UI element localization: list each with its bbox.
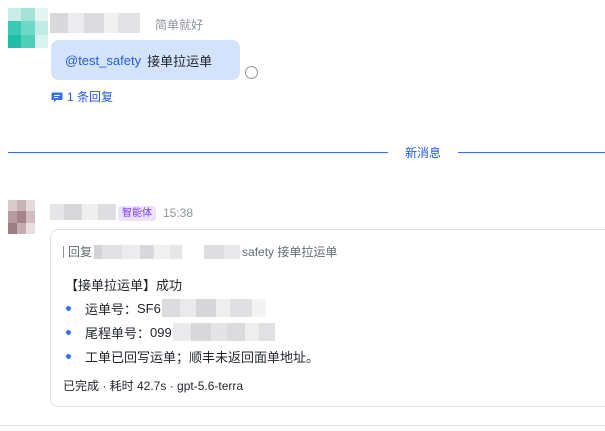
item-value: SF6 [137, 300, 161, 316]
item-value: 099 [150, 324, 172, 340]
comment-icon [51, 92, 63, 102]
unread-ring-icon [245, 66, 258, 79]
value-redacted [161, 299, 266, 317]
status-line: 已完成 · 耗时 42.7s · gpt-5.6-terra [63, 379, 244, 393]
agent-avatar[interactable] [8, 200, 35, 234]
new-messages-label: 新消息 [404, 146, 441, 160]
list-item: 工单已回写运单；顺丰未返回面单地址。 [66, 344, 319, 368]
agent-badge: 智能体 [118, 206, 156, 221]
mention-link[interactable]: @test_safety [65, 53, 141, 68]
agent-name-redacted [50, 204, 116, 220]
sender-avatar[interactable] [8, 8, 48, 48]
sender-meta-text: 简单就好 [155, 18, 204, 32]
bullet-dot [66, 305, 71, 311]
quote-redacted [94, 244, 241, 259]
list-item: 尾程单号： 099 [66, 320, 319, 344]
item-label: 尾程单号： [85, 325, 151, 341]
item-label: 工单已回写运单；顺丰未返回面单地址。 [85, 349, 320, 365]
quote-suffix: safety 接单拉运单 [242, 245, 338, 259]
sender-name-redacted [50, 13, 140, 33]
value-redacted [172, 323, 275, 341]
message-text: 接单拉运单 [147, 53, 213, 69]
quote-prefix: 回复 [68, 245, 93, 259]
quoted-reply[interactable]: 回复 safety 接单拉运单 [63, 243, 337, 260]
reply-count-label: 1 条回复 [67, 90, 114, 104]
message-bubble[interactable]: @test_safety 接单拉运单 [51, 40, 240, 80]
divider-line-left [8, 152, 388, 153]
composer-top-border [0, 425, 605, 426]
bullet-dot [66, 353, 71, 359]
item-label: 运单号： [85, 301, 138, 317]
quote-bar [63, 245, 64, 258]
result-list: 运单号： SF6 尾程单号： 099 工单已回写运单；顺丰未返回面单地址。 [66, 296, 319, 368]
result-title: 【接单拉运单】成功 [65, 278, 183, 293]
reply-thread-link[interactable]: 1 条回复 [51, 88, 113, 105]
divider-line-right [458, 152, 605, 153]
bullet-dot [66, 329, 71, 335]
list-item: 运单号： SF6 [66, 296, 319, 320]
message-time: 15:38 [163, 206, 194, 220]
